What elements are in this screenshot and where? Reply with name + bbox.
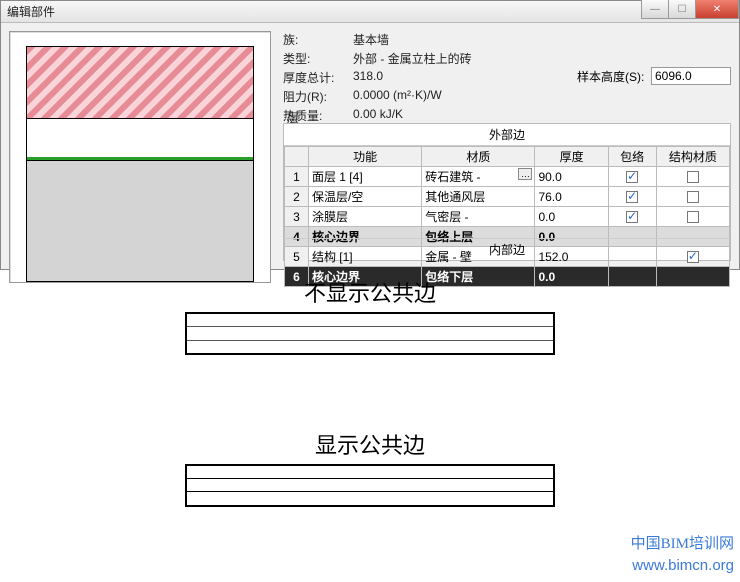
col-header[interactable]: 结构材质 bbox=[656, 147, 729, 167]
col-header[interactable]: 包络 bbox=[608, 147, 656, 167]
thermal-value: 0.00 kJ/K bbox=[353, 107, 403, 124]
row-number[interactable]: 3 bbox=[285, 207, 309, 227]
structural-checkbox[interactable] bbox=[687, 191, 699, 203]
col-header[interactable] bbox=[285, 147, 309, 167]
cell-thickness[interactable]: 90.0 bbox=[535, 167, 608, 187]
table-row[interactable]: 3涂膜层气密层 -0.0 bbox=[285, 207, 730, 227]
caption-no-common-edge: 不显示公共边 bbox=[0, 276, 740, 308]
resistance-label: 阻力(R): bbox=[283, 88, 353, 105]
row-number[interactable]: 2 bbox=[285, 187, 309, 207]
preview-layer-brick bbox=[27, 47, 253, 119]
wrap-checkbox[interactable] bbox=[626, 211, 638, 223]
structural-checkbox[interactable] bbox=[687, 211, 699, 223]
type-label: 类型: bbox=[283, 50, 353, 67]
sample-height-input[interactable] bbox=[651, 67, 731, 85]
thickness-label: 厚度总计: bbox=[283, 69, 353, 86]
family-value: 基本墙 bbox=[353, 31, 389, 48]
caption-common-edge: 显示公共边 bbox=[0, 428, 740, 460]
cell-function[interactable]: 保温层/空 bbox=[308, 187, 421, 207]
cell-thickness[interactable]: 76.0 bbox=[535, 187, 608, 207]
thickness-value: 318.0 bbox=[353, 69, 383, 86]
family-label: 族: bbox=[283, 31, 353, 48]
cell-structural[interactable] bbox=[656, 187, 729, 207]
maximize-button[interactable]: ☐ bbox=[668, 0, 696, 19]
minimize-button[interactable]: — bbox=[641, 0, 669, 19]
table-row[interactable]: 1面层 1 [4]砖石建筑 -…90.0 bbox=[285, 167, 730, 187]
watermark-text: 中国BIM培训网 bbox=[631, 534, 734, 555]
table-row[interactable]: 2保温层/空其他通风层76.0 bbox=[285, 187, 730, 207]
sample-height-label: 样本高度(S): bbox=[577, 68, 644, 85]
wrap-checkbox[interactable] bbox=[626, 171, 638, 183]
row-number[interactable]: 1 bbox=[285, 167, 309, 187]
browse-button[interactable]: … bbox=[518, 168, 532, 180]
diagram-common-edge bbox=[185, 464, 555, 507]
preview-layer-structure bbox=[27, 160, 253, 281]
dialog-edit-assembly: 编辑部件 — ☐ ✕ 族:基本墙 类型:外部 - 金属立柱上的砖 厚度总计:31… bbox=[0, 0, 740, 270]
interior-side-label: 内部边 bbox=[284, 238, 730, 260]
window-title: 编辑部件 bbox=[7, 3, 55, 20]
info-panel: 族:基本墙 类型:外部 - 金属立柱上的砖 厚度总计:318.0 阻力(R):0… bbox=[283, 31, 731, 126]
close-button[interactable]: ✕ bbox=[695, 0, 739, 19]
cell-structural[interactable] bbox=[656, 207, 729, 227]
type-value: 外部 - 金属立柱上的砖 bbox=[353, 50, 472, 67]
layers-panel: 外部边 功能材质厚度包络结构材质 1面层 1 [4]砖石建筑 -…90.02保温… bbox=[283, 123, 731, 261]
cell-material[interactable]: 砖石建筑 -… bbox=[422, 167, 535, 187]
cell-material[interactable]: 气密层 - bbox=[422, 207, 535, 227]
col-header[interactable]: 厚度 bbox=[535, 147, 608, 167]
layers-table[interactable]: 功能材质厚度包络结构材质 1面层 1 [4]砖石建筑 -…90.02保温层/空其… bbox=[284, 146, 730, 287]
cell-function[interactable]: 面层 1 [4] bbox=[308, 167, 421, 187]
cell-structural[interactable] bbox=[656, 167, 729, 187]
watermark-url: www.bimcn.org bbox=[631, 555, 734, 576]
wrap-checkbox[interactable] bbox=[626, 191, 638, 203]
cell-wrap[interactable] bbox=[608, 207, 656, 227]
watermark: 中国BIM培训网 www.bimcn.org bbox=[631, 534, 734, 576]
preview-layer-air bbox=[27, 119, 253, 157]
cell-function[interactable]: 涂膜层 bbox=[308, 207, 421, 227]
col-header[interactable]: 功能 bbox=[308, 147, 421, 167]
titlebar[interactable]: 编辑部件 — ☐ ✕ bbox=[1, 1, 739, 23]
structural-checkbox[interactable] bbox=[687, 171, 699, 183]
resistance-value: 0.0000 (m²·K)/W bbox=[353, 88, 442, 105]
cell-thickness[interactable]: 0.0 bbox=[535, 207, 608, 227]
cell-wrap[interactable] bbox=[608, 167, 656, 187]
col-header[interactable]: 材质 bbox=[422, 147, 535, 167]
cell-wrap[interactable] bbox=[608, 187, 656, 207]
wall-preview bbox=[9, 31, 271, 283]
exterior-side-label: 外部边 bbox=[284, 124, 730, 146]
cell-material[interactable]: 其他通风层 bbox=[422, 187, 535, 207]
diagram-no-common-edge bbox=[185, 312, 555, 355]
